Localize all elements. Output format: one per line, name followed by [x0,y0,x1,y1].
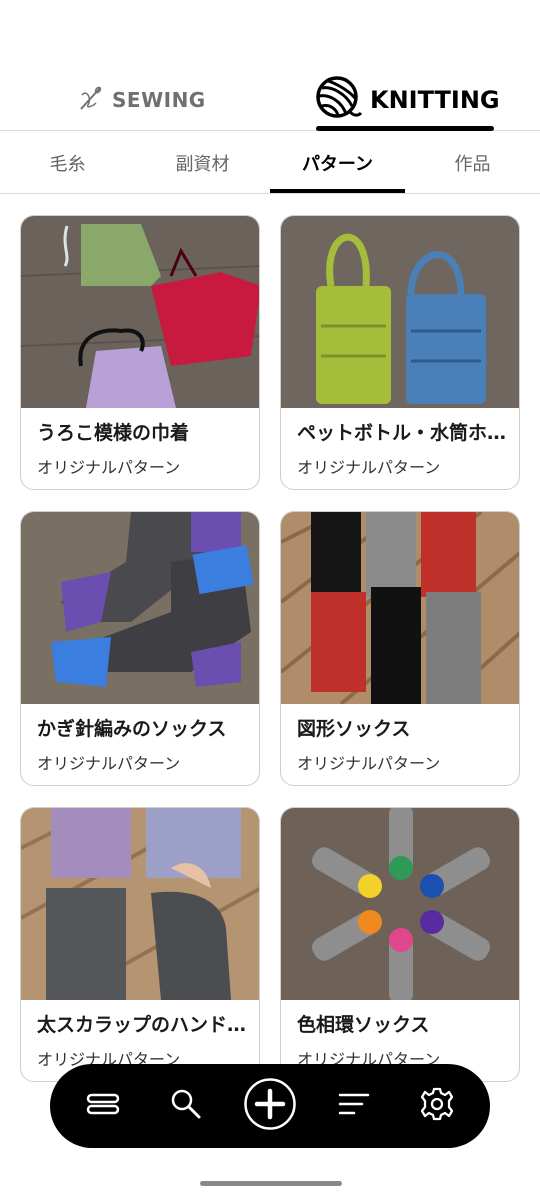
pattern-image [21,216,259,408]
menu-button[interactable] [68,1064,138,1148]
pattern-image [281,216,519,408]
pattern-subtitle: オリジナルパターン [37,754,181,773]
pattern-card[interactable]: ペットボトル・水筒ホルダー オリジナルパターン [280,215,520,490]
pattern-subtitle: オリジナルパターン [297,754,441,773]
pattern-card[interactable]: 色相環ソックス オリジナルパターン [280,807,520,1082]
pattern-image [281,808,519,1000]
pattern-subtitle: オリジナルパターン [297,458,441,477]
pattern-title: 太スカラップのハンドウォーマー [37,1014,249,1036]
tab-yarn[interactable]: 毛糸 [0,131,135,194]
needle-thread-icon [78,85,104,115]
sub-tab-active-indicator [270,189,405,193]
mode-label: SEWING [112,88,206,112]
pattern-subtitle: オリジナルパターン [37,458,181,477]
pattern-image [281,512,519,704]
pattern-card[interactable]: かぎ針編みのソックス オリジナルパターン [20,511,260,786]
bottom-nav-bar [50,1064,490,1148]
tab-materials[interactable]: 副資材 [135,131,270,194]
pattern-title: 図形ソックス [297,718,411,740]
add-button[interactable] [235,1064,305,1148]
tab-works[interactable]: 作品 [405,131,540,194]
tab-patterns[interactable]: パターン [270,131,405,194]
pattern-image [21,512,259,704]
menu-icon [86,1092,120,1120]
add-icon [243,1077,297,1135]
pattern-title: かぎ針編みのソックス [37,718,227,740]
search-icon [170,1088,202,1124]
sort-button[interactable] [319,1064,389,1148]
pattern-image [21,808,259,1000]
home-indicator [200,1181,342,1186]
pattern-card[interactable]: うろこ模様の巾着 オリジナルパターン [20,215,260,490]
pattern-title: うろこ模様の巾着 [37,422,190,444]
pattern-card[interactable]: 太スカラップのハンドウォーマー オリジナルパターン [20,807,260,1082]
mode-tab-knitting[interactable]: KNITTING [316,76,500,124]
yarn-ball-icon [316,76,363,124]
pattern-title: ペットボトル・水筒ホルダー [297,422,509,444]
sub-tab-bar: 毛糸 副資材 パターン 作品 [0,131,540,194]
pattern-title: 色相環ソックス [297,1014,430,1036]
sort-icon [338,1092,370,1120]
settings-icon [420,1087,454,1125]
mode-bar: SEWING KNITTING [0,0,540,131]
search-button[interactable] [151,1064,221,1148]
mode-label: KNITTING [370,86,500,114]
mode-tab-sewing[interactable]: SEWING [78,76,206,124]
settings-button[interactable] [402,1064,472,1148]
pattern-card[interactable]: 図形ソックス オリジナルパターン [280,511,520,786]
